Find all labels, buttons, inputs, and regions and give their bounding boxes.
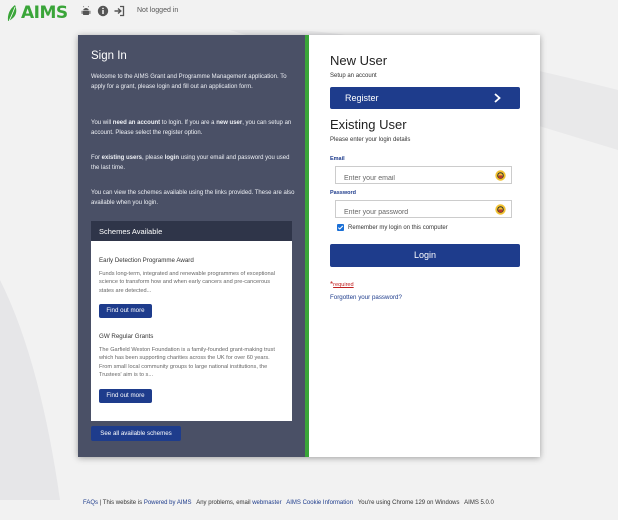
info-icon[interactable] bbox=[97, 5, 109, 17]
password-field[interactable] bbox=[336, 204, 486, 221]
scheme-title: Early Detection Programme Award bbox=[99, 257, 194, 264]
password-manager-icon[interactable] bbox=[495, 204, 506, 215]
see-all-schemes-button[interactable]: See all available schemes bbox=[91, 426, 181, 441]
webmaster-link[interactable]: webmaster bbox=[252, 500, 281, 506]
find-out-more-button[interactable]: Find out more bbox=[99, 389, 152, 403]
logo-text: AIMS bbox=[21, 3, 68, 23]
problems-text: Any problems, email bbox=[196, 500, 253, 506]
chevron-right-icon bbox=[494, 93, 501, 103]
sign-in-title: Sign In bbox=[91, 50, 127, 62]
existing-user-subtitle: Please enter your login details bbox=[330, 137, 411, 143]
scheme-description: The Garfield Weston Foundation is a fami… bbox=[99, 347, 275, 379]
forgot-password-link[interactable]: Forgotten your password? bbox=[330, 294, 402, 301]
top-bar: AIMS Not logged in bbox=[0, 0, 618, 26]
find-out-more-button[interactable]: Find out more bbox=[99, 304, 152, 318]
browser-info: You're using Chrome 129 on Windows bbox=[357, 500, 460, 506]
remember-me-row[interactable]: Remember my login on this computer bbox=[337, 224, 448, 231]
schemes-info-text: You can view the schemes available using… bbox=[91, 190, 295, 206]
sign-in-icon[interactable] bbox=[113, 5, 125, 17]
cookie-info-link[interactable]: AIMS Cookie Information bbox=[286, 500, 353, 506]
login-button[interactable]: Login bbox=[330, 244, 520, 267]
password-label: Password bbox=[330, 190, 356, 196]
existing-user-title: Existing User bbox=[330, 117, 407, 132]
new-user-info-text: You will need an account to login. If yo… bbox=[91, 120, 292, 136]
leaf-icon bbox=[7, 5, 17, 22]
version-info: AIMS 5.0.0 bbox=[464, 500, 494, 506]
required-label: required bbox=[333, 282, 354, 288]
email-field[interactable] bbox=[336, 170, 486, 187]
sign-in-panel: Sign In Welcome to the AIMS Grant and Pr… bbox=[78, 35, 305, 457]
footer-separator: | This website is bbox=[98, 500, 144, 506]
password-manager-icon[interactable] bbox=[495, 170, 506, 181]
aims-logo[interactable]: AIMS bbox=[6, 3, 68, 23]
footer: FAQs | This website is Powered by AIMS A… bbox=[83, 500, 494, 506]
login-status: Not logged in bbox=[137, 7, 179, 14]
remember-me-label: Remember my login on this computer bbox=[348, 224, 448, 231]
welcome-text: Welcome to the AIMS Grant and Programme … bbox=[91, 74, 287, 90]
remember-me-checkbox[interactable] bbox=[337, 224, 344, 231]
required-note: *required bbox=[330, 280, 354, 289]
scheme-description: Funds long-term, integrated and renewabl… bbox=[99, 271, 275, 294]
email-field-wrapper bbox=[335, 166, 512, 187]
checkmark-icon bbox=[337, 225, 344, 230]
password-field-wrapper bbox=[335, 200, 512, 221]
schemes-header: Schemes Available bbox=[91, 221, 292, 241]
register-button[interactable]: Register bbox=[330, 87, 520, 109]
schemes-available-box: Schemes Available Early Detection Progra… bbox=[91, 221, 292, 421]
faqs-link[interactable]: FAQs bbox=[83, 500, 98, 506]
new-user-subtitle: Setup an account bbox=[330, 73, 377, 79]
new-user-title: New User bbox=[330, 53, 388, 68]
divider-bar bbox=[305, 35, 309, 457]
android-icon[interactable] bbox=[80, 5, 92, 17]
email-label: Email bbox=[330, 156, 345, 162]
powered-by-link[interactable]: Powered by AIMS bbox=[144, 500, 192, 506]
scheme-title: GW Regular Grants bbox=[99, 333, 154, 340]
sign-in-card: Sign In Welcome to the AIMS Grant and Pr… bbox=[78, 35, 540, 457]
existing-user-info-text: For existing users, please login using y… bbox=[91, 155, 290, 171]
register-label: Register bbox=[345, 93, 379, 103]
